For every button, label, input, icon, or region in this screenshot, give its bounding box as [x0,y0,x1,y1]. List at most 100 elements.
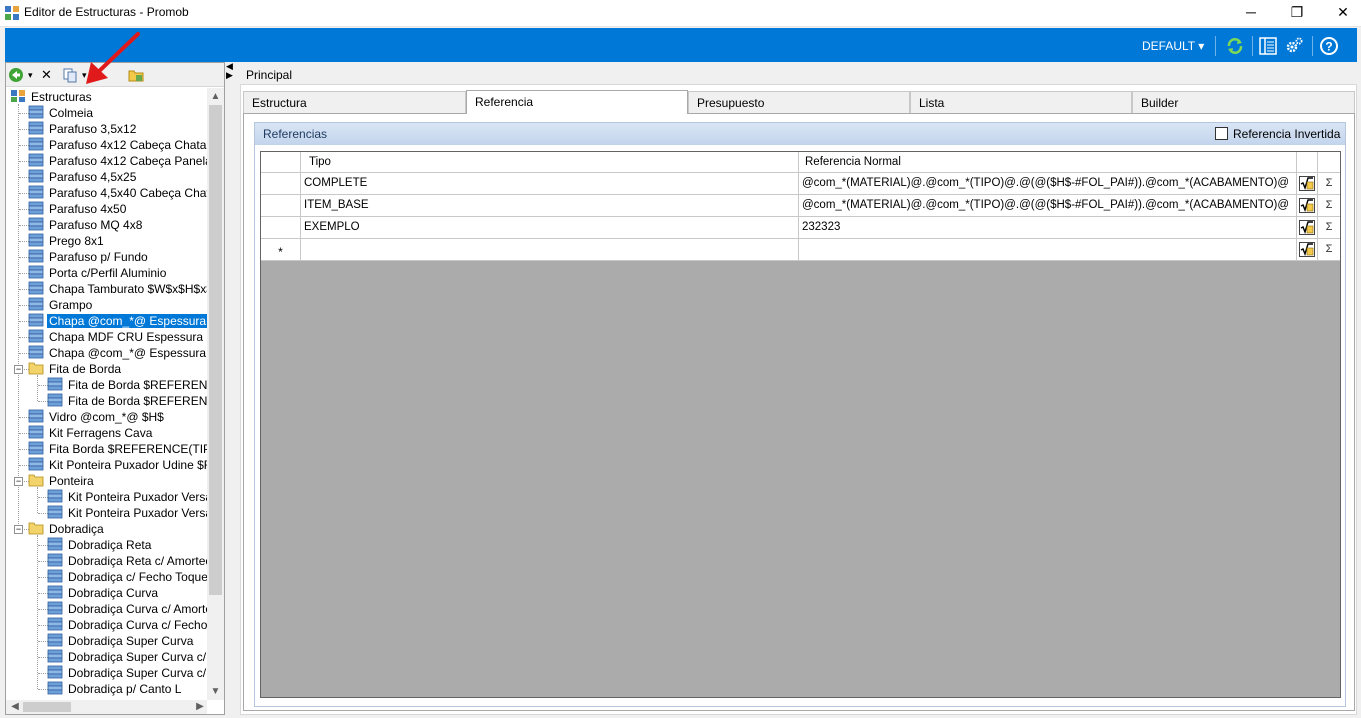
cell-referencia-normal[interactable]: @com_*(MATERIAL)@.@com_*(TIPO)@.@(@($H$-… [799,173,1297,194]
cell-tipo[interactable]: ITEM_BASE [301,195,799,216]
tree-horizontal-scrollbar[interactable]: ◀ ▶ [6,700,207,714]
table-row[interactable]: COMPLETE @com_*(MATERIAL)@.@com_*(TIPO)@… [261,173,1340,195]
tree-item[interactable]: Parafuso 4,5x25 [28,169,138,185]
folder-add-icon[interactable] [128,67,144,83]
delete-icon[interactable]: ✕ [41,67,52,83]
tree-item[interactable]: Parafuso 4x12 Cabeça Chata [28,137,207,153]
formula-editor-icon[interactable] [1299,176,1315,191]
panel-layout-icon[interactable] [1258,36,1278,56]
tree-item[interactable]: Dobradiça Super Curva c/ A [47,649,207,665]
formula-editor-icon[interactable] [1299,242,1315,257]
scroll-right-icon[interactable]: ▶ [193,700,207,714]
sum-button[interactable]: Σ [1318,239,1340,260]
tab-lista[interactable]: Lista [910,91,1132,113]
table-row[interactable]: EXEMPLO 232323 Σ [261,217,1340,239]
help-icon[interactable]: ? [1319,36,1339,56]
invert-reference-checkbox[interactable] [1215,127,1228,140]
tree-item[interactable]: Dobradiça Curva [47,585,160,601]
close-button[interactable]: ✕ [1320,0,1361,27]
tree-item[interactable]: Dobradiça Super Curva c/ F [47,665,207,681]
splitter-arrows[interactable]: ◀ ▶ [226,62,236,82]
cell-tipo[interactable]: COMPLETE [301,173,799,194]
column-header-tipo[interactable]: Tipo [301,152,799,172]
collapse-toggle-icon[interactable]: − [14,477,23,486]
formula-editor-icon[interactable] [1299,198,1315,213]
maximize-button[interactable]: ❐ [1274,0,1320,27]
tree-item[interactable]: Kit Ferragens Cava [28,425,154,441]
cell-tipo[interactable]: EXEMPLO [301,217,799,238]
copy-icon[interactable] [62,67,78,83]
cell-referencia-normal[interactable]: 232323 [799,217,1297,238]
formula-cell[interactable] [1297,195,1318,216]
tree-item[interactable]: Parafuso 4x50 [28,201,128,217]
invert-reference-label[interactable]: Referencia Invertida [1233,127,1340,141]
refresh-icon[interactable] [1225,36,1245,56]
tree-item[interactable]: Kit Ponteira Puxador Versati [47,489,207,505]
new-dropdown-arrow[interactable]: ▾ [28,67,33,83]
tree-folder[interactable]: Ponteira [28,473,96,489]
tree-item[interactable]: Chapa @com_*@ Espessura @ [28,345,207,361]
formula-editor-icon[interactable] [1299,220,1315,235]
tree-item[interactable]: Porta c/Perfil Aluminio [28,265,168,281]
formula-cell[interactable] [1297,173,1318,194]
formula-cell[interactable] [1297,239,1318,260]
formula-cell[interactable] [1297,217,1318,238]
collapse-toggle-icon[interactable]: − [14,365,23,374]
settings-gears-icon[interactable] [1284,36,1304,56]
sum-button[interactable]: Σ [1318,217,1340,238]
scroll-left-icon[interactable]: ◀ [8,700,22,714]
copy-dropdown-arrow[interactable]: ▾ [82,67,87,83]
new-cell-tipo[interactable] [301,239,799,260]
tree-item[interactable]: Vidro @com_*@ $H$ [28,409,166,425]
tree-item[interactable]: Kit Ponteira Puxador Versati [47,505,207,521]
scroll-thumb-horizontal[interactable] [23,702,71,712]
tree-vertical-scrollbar[interactable]: ▲ ▼ [207,88,224,700]
scroll-down-icon[interactable]: ▼ [207,683,224,700]
new-cell-referencia-normal[interactable] [799,239,1297,260]
column-header-referencia-normal[interactable]: Referencia Normal [799,152,1297,172]
tree-item[interactable]: Dobradiça Reta [47,537,153,553]
tree-item[interactable]: Fita de Borda $REFERENCE [47,377,207,393]
sum-button[interactable]: Σ [1318,173,1340,194]
tree-item[interactable]: Dobradiça Curva c/ Amortec [47,601,207,617]
tree-item[interactable]: Fita de Borda $REFERENCE [47,393,207,409]
tree-item[interactable]: Chapa Tamburato $W$x$H$x$D [28,281,207,297]
tree-item[interactable]: Fita Borda $REFERENCE(TIPO [28,441,207,457]
scroll-up-icon[interactable]: ▲ [207,88,224,105]
tab-estructura[interactable]: Estructura [243,91,466,113]
row-selector[interactable] [261,217,301,238]
tree-folder[interactable]: Dobradiça [28,521,106,537]
tree-item[interactable]: Dobradiça Reta c/ Amortece [47,553,207,569]
cell-referencia-normal[interactable]: @com_*(MATERIAL)@.@com_*(TIPO)@.@(@($H$-… [799,195,1297,216]
tree-item[interactable]: Grampo [28,297,94,313]
tree-item[interactable]: Dobradiça c/ Fecho Toque [47,569,207,585]
tree-item[interactable]: Parafuso MQ 4x8 [28,217,144,233]
tree-item[interactable]: Parafuso 3,5x12 [28,121,138,137]
tree-item[interactable]: Chapa @com_*@ Espessura @ [28,313,207,329]
tree-item[interactable]: Kit Ponteira Puxador Udine $RE [28,457,207,473]
tree-item[interactable]: Prego 8x1 [28,233,106,249]
row-selector[interactable] [261,173,301,194]
tree-folder[interactable]: Fita de Borda [28,361,123,377]
new-row[interactable]: * Σ [261,239,1340,261]
tree-item[interactable]: Colmeia [28,105,95,121]
tree-item[interactable]: Parafuso 4x12 Cabeça Panela [28,153,207,169]
sum-button[interactable]: Σ [1318,195,1340,216]
back-icon[interactable] [8,67,24,83]
tab-builder[interactable]: Builder [1132,91,1355,113]
tree-item[interactable]: Dobradiça Super Curva [47,633,195,649]
tree-item[interactable]: Chapa MDF CRU Espessura @ [28,329,207,345]
tree-item[interactable]: Dobradiça p/ Canto L [47,681,183,697]
tree-item[interactable]: Parafuso p/ Fundo [28,249,150,265]
scroll-thumb[interactable] [209,105,222,595]
row-selector[interactable] [261,195,301,216]
table-row[interactable]: ITEM_BASE @com_*(MATERIAL)@.@com_*(TIPO)… [261,195,1340,217]
tree-item[interactable]: Parafuso 4,5x40 Cabeça Chata ... [28,185,207,201]
profile-dropdown[interactable]: DEFAULT ▾ [1142,39,1204,53]
tab-referencia[interactable]: Referencia [466,90,688,114]
collapse-toggle-icon[interactable]: − [14,525,23,534]
tree-root[interactable]: Estructuras [10,89,94,105]
minimize-button[interactable]: ─ [1228,0,1274,27]
tree-item[interactable]: Dobradiça Curva c/ Fecho T [47,617,207,633]
tab-presupuesto[interactable]: Presupuesto [688,91,910,113]
